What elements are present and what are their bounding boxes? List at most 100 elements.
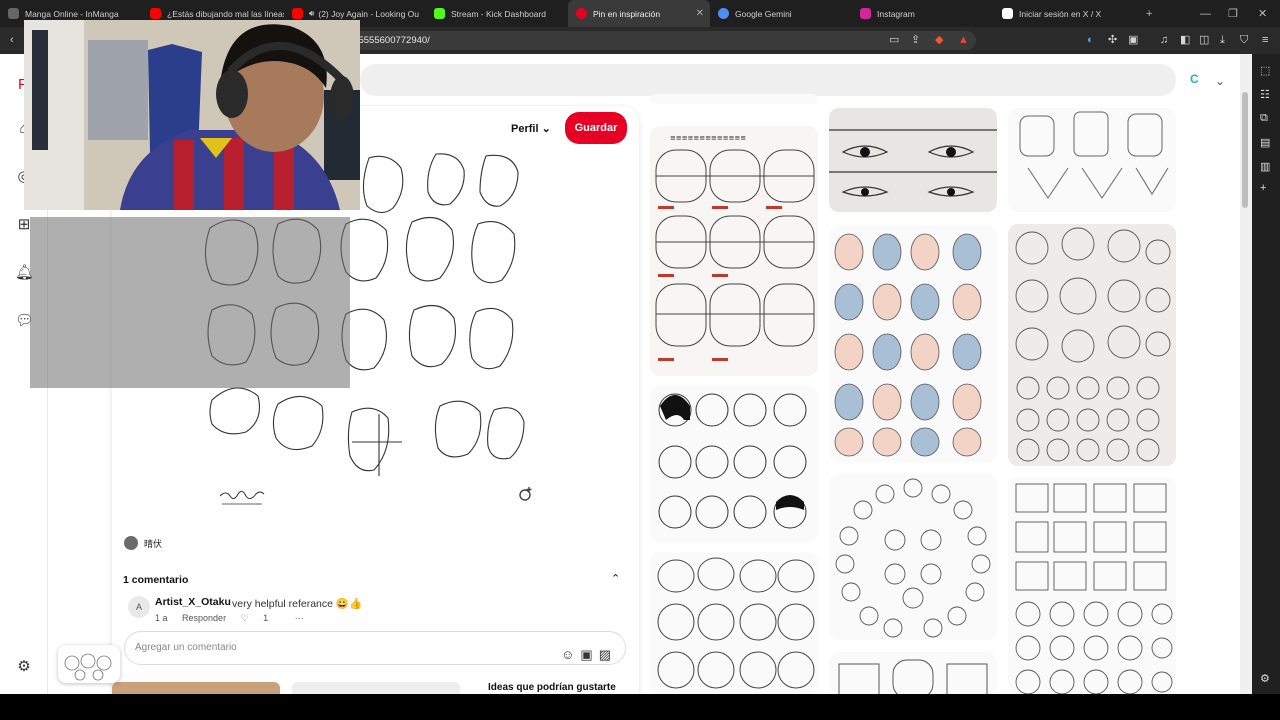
save-button[interactable]: Guardar — [565, 112, 627, 144]
add-panel-icon[interactable]: + — [1260, 182, 1266, 194]
bookmarks-icon[interactable]: ⬚ — [1260, 64, 1270, 77]
wallet-panel-icon[interactable]: ▤ — [1260, 136, 1270, 149]
panel-settings-icon[interactable]: ⚙ — [1260, 672, 1270, 685]
overlay-placeholder — [30, 217, 350, 388]
visual-search-icon[interactable] — [518, 486, 534, 502]
pin-image — [658, 393, 807, 529]
menu-icon[interactable]: ≡ — [1262, 34, 1268, 47]
grid-pin-figures[interactable] — [1008, 108, 1176, 212]
tab-gemini[interactable]: Google Gemini — [710, 0, 852, 27]
download-icon[interactable]: ⤓ — [1220, 34, 1225, 47]
search-bar[interactable] — [360, 64, 1176, 96]
tab-title: Pin en inspiración — [593, 8, 661, 19]
tab-pinterest-active[interactable]: Pin en inspiración ✕ — [568, 0, 710, 27]
share-icon[interactable]: ⇪ — [911, 34, 920, 47]
comment-placeholder: Agregar un comentario — [135, 642, 237, 653]
profile-dropdown[interactable]: Perfil ⌄ — [511, 114, 551, 144]
image-icon[interactable]: ▨ — [599, 647, 617, 662]
grid-pin-anime-faces[interactable] — [650, 386, 818, 542]
brave-rewards-icon[interactable]: ▲ — [958, 34, 969, 47]
tab-title: Manga Online - InManga — [25, 8, 119, 19]
brave-shield-icon[interactable]: ◆ — [935, 34, 943, 47]
svg-text:≡≡≡≡≡≡≡≡≡≡≡≡≡: ≡≡≡≡≡≡≡≡≡≡≡≡≡ — [670, 134, 746, 142]
profile-label: Perfil — [511, 123, 539, 135]
grid-pin-head-circle[interactable] — [829, 474, 997, 640]
history-icon[interactable]: ⧉ — [1260, 112, 1268, 125]
restore-icon[interactable]: ❐ — [1228, 0, 1238, 27]
extensions-icon[interactable]: ✣ — [1108, 34, 1117, 47]
pinterest-icon — [576, 8, 587, 19]
tab-x-login[interactable]: Iniciar sesión en X / X — [994, 0, 1136, 27]
heart-icon: ♡ — [240, 613, 249, 623]
vpn-icon[interactable]: ⛉ — [1240, 34, 1248, 47]
grid-pin-head-box-grid[interactable] — [1008, 478, 1176, 694]
sidebar-toggle-icon[interactable]: ◧ — [1180, 34, 1190, 47]
grid-pin-eyes[interactable] — [829, 108, 997, 212]
artist-signature — [219, 490, 265, 505]
minimize-icon[interactable]: — — [1200, 0, 1211, 27]
profile-avatar-icon[interactable]: C — [1190, 72, 1199, 86]
pin-image — [838, 659, 988, 694]
screen-cast-icon[interactable]: ▭ — [889, 34, 899, 47]
reply-button[interactable]: Responder — [182, 613, 226, 623]
like-button[interactable]: ♡ 1 — [241, 613, 281, 623]
address-bar[interactable]: n/295555600772940/ — [330, 31, 976, 50]
emoji-icon[interactable]: ☺ — [561, 647, 580, 662]
pin-image — [1019, 111, 1169, 199]
chevron-up-icon[interactable]: ⌃ — [611, 572, 620, 585]
comment-username[interactable]: Artist_X_Otaku — [155, 596, 231, 608]
grid-pin[interactable] — [650, 94, 818, 104]
speaker-icon: 🔊︎ — [309, 8, 315, 18]
comment-actions: ☺▣▨ — [561, 639, 617, 671]
thumbnail-image — [64, 653, 112, 681]
author-name: 晴伏 — [144, 538, 163, 549]
tab-title: Stream - Kick Dashboard — [451, 8, 546, 19]
grid-pin-head-studies[interactable] — [1008, 224, 1176, 466]
pin-image — [1015, 483, 1173, 694]
pin-image: ≡≡≡≡≡≡≡≡≡≡≡≡≡ — [655, 134, 815, 361]
wallet-icon[interactable]: ◫ — [1199, 34, 1209, 47]
grid-pin-head-planes[interactable] — [829, 226, 997, 462]
tab-instagram[interactable]: Instagram — [852, 0, 994, 27]
webcam-image — [24, 20, 360, 210]
grid-pin-head-boxes[interactable] — [829, 652, 997, 694]
tab-kick-dashboard[interactable]: Stream - Kick Dashboard — [426, 0, 568, 27]
kick-icon — [434, 8, 445, 19]
gemini-icon — [718, 8, 729, 19]
related-pin-thumb[interactable] — [112, 682, 280, 694]
comment-input[interactable]: Agregar un comentario ☺▣▨ — [124, 631, 626, 665]
leo-icon[interactable]: ▥ — [1260, 160, 1270, 173]
pin-image — [1015, 227, 1171, 462]
pin-image — [657, 557, 815, 689]
settings-icon[interactable]: ⚙ — [15, 658, 33, 676]
related-pin-thumb[interactable] — [292, 682, 460, 694]
letterbox-bar — [0, 694, 1280, 720]
chevron-down-icon: ⌄ — [541, 123, 551, 135]
close-window-icon[interactable]: ✕ — [1258, 0, 1267, 27]
close-tab-icon[interactable]: ✕ — [696, 8, 704, 19]
pin-image — [829, 129, 997, 197]
more-options-icon[interactable]: ··· — [295, 613, 304, 623]
grid-pin-head-construction[interactable]: ≡≡≡≡≡≡≡≡≡≡≡≡≡ — [650, 126, 818, 376]
reading-list-icon[interactable]: ☷ — [1260, 88, 1270, 101]
stream-chat-thumbnail[interactable] — [58, 645, 120, 683]
chevron-down-icon[interactable]: ⌄ — [1215, 74, 1225, 88]
translate-icon[interactable]: ◐ — [1087, 34, 1094, 47]
grid-pin-head-angles[interactable] — [650, 552, 818, 694]
new-tab-icon[interactable]: + — [1146, 0, 1152, 27]
webcam-overlay — [24, 20, 360, 210]
avatar — [124, 536, 138, 550]
tab-title: (2) Joy Again - Looking Ou — [318, 8, 419, 19]
back-arrow-icon[interactable]: ‹ — [10, 34, 14, 47]
media-icon[interactable]: ♫ — [1160, 34, 1168, 47]
scrollbar-thumb[interactable] — [1242, 92, 1248, 208]
pin-image — [835, 478, 991, 638]
instagram-icon — [860, 8, 871, 19]
browser-side-panel: ⬚ ☷ ⧉ ▤ ▥ + ⚙ — [1252, 54, 1280, 694]
like-count: 1 — [263, 613, 269, 623]
pin-author[interactable]: 晴伏 — [124, 536, 162, 550]
comment-avatar[interactable]: A — [128, 596, 150, 618]
sticker-icon[interactable]: ▣ — [580, 647, 598, 662]
extension-icon[interactable]: ▣ — [1128, 34, 1138, 47]
tab-title: Instagram — [877, 8, 915, 19]
